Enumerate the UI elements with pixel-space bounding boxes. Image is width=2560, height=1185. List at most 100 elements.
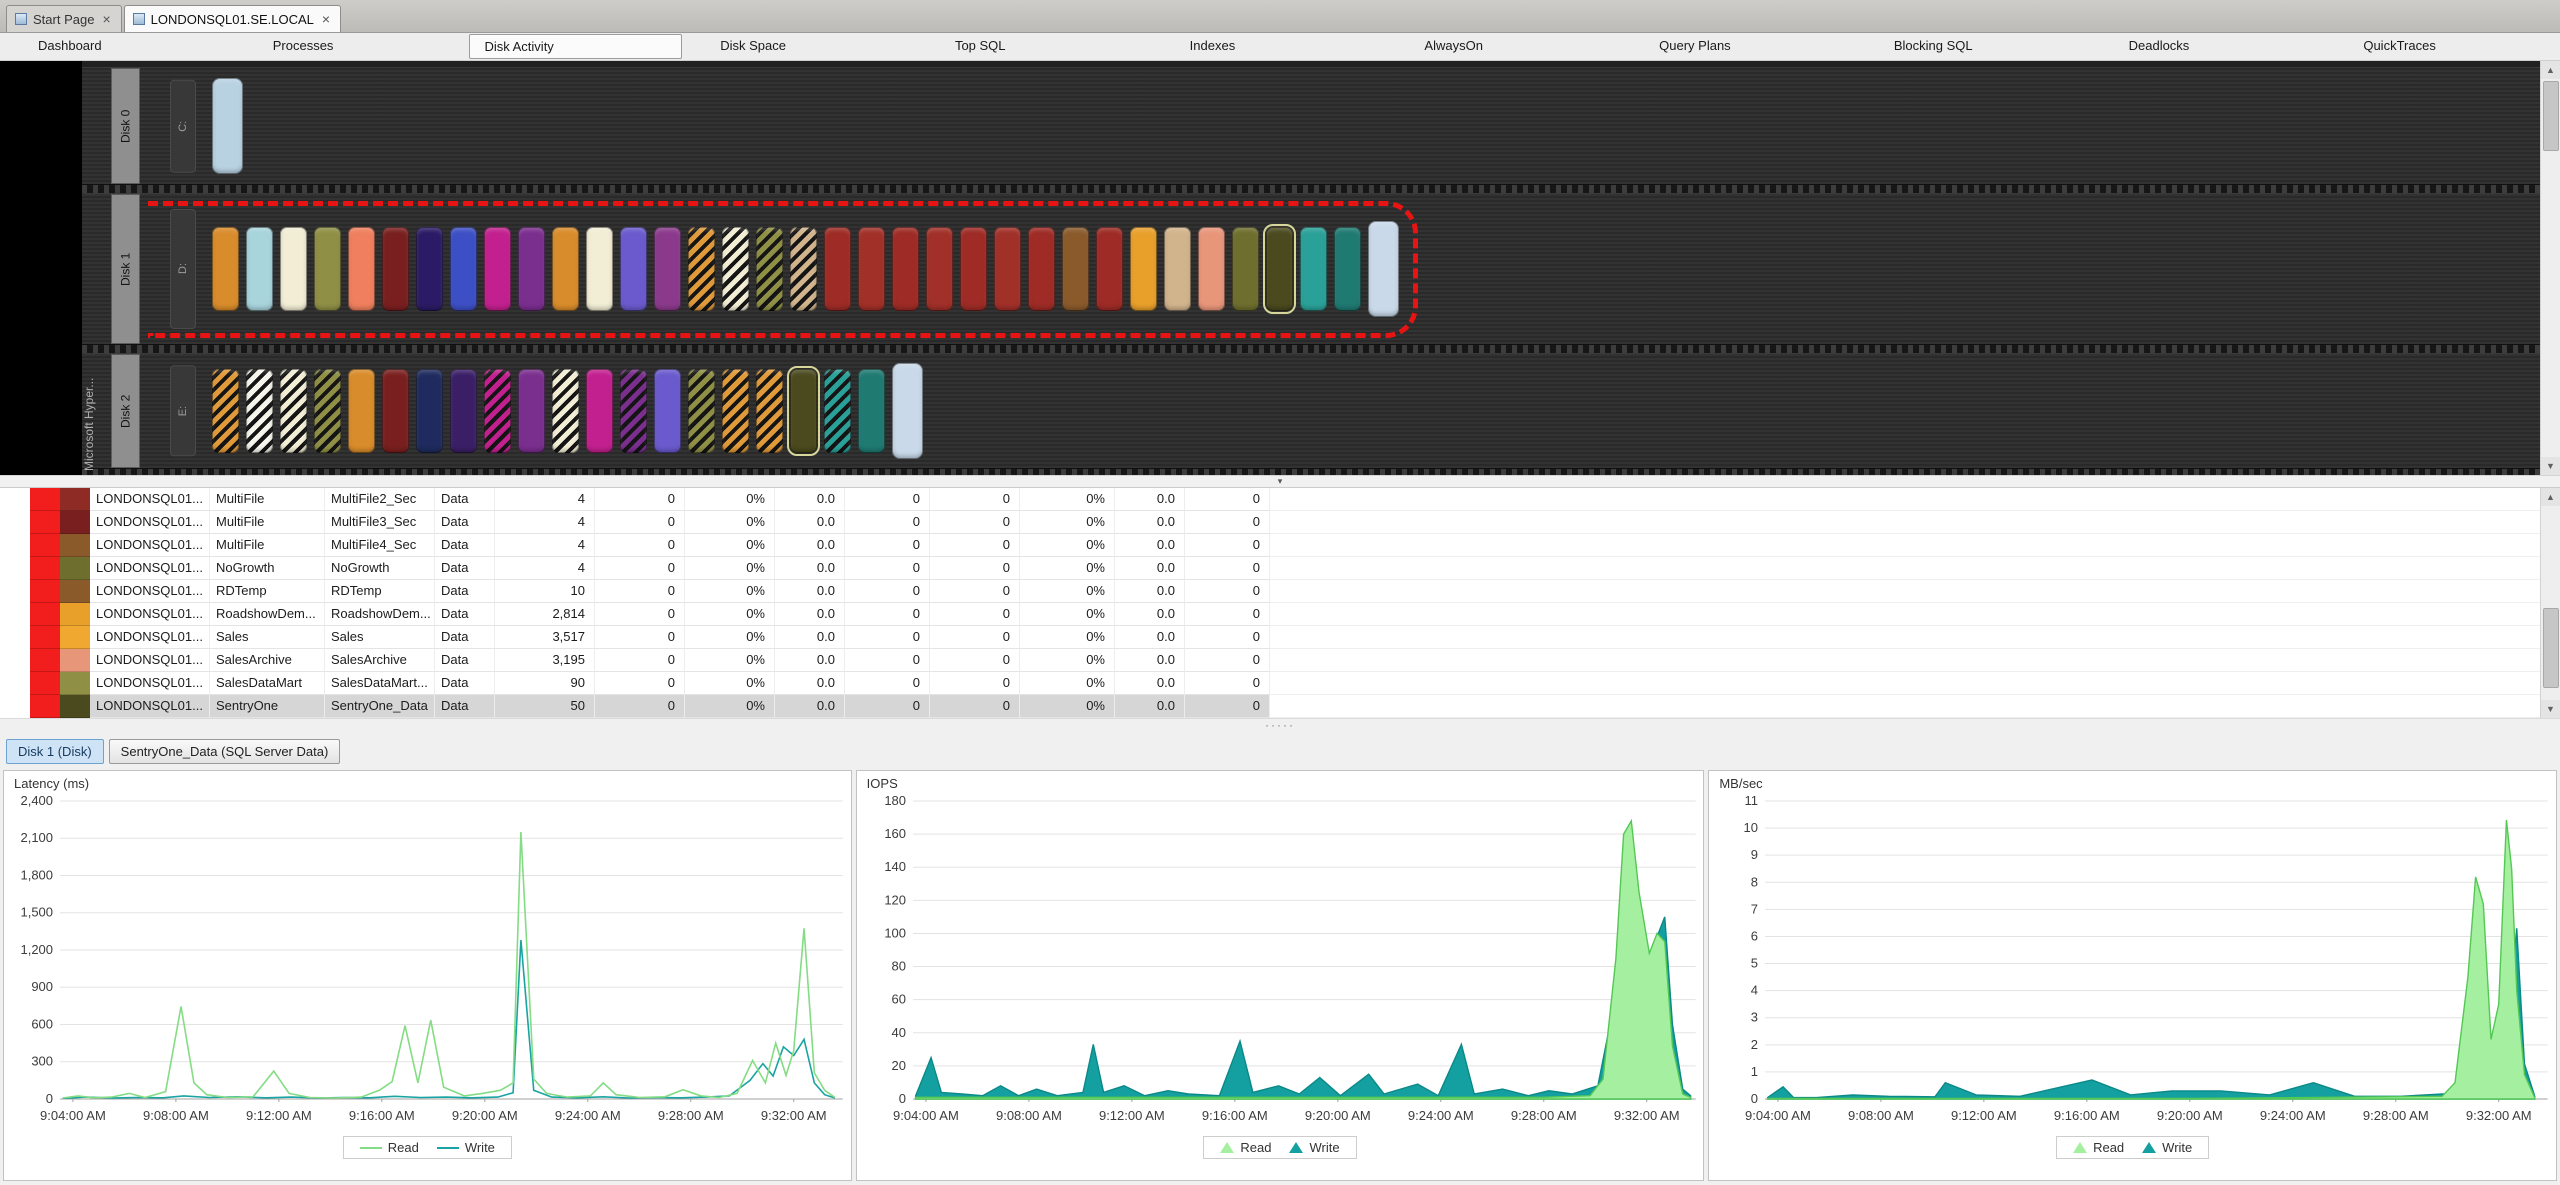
db-file-block[interactable] [450,227,477,311]
close-icon[interactable]: × [100,13,112,25]
db-file-block[interactable] [858,227,885,311]
db-file-block[interactable] [1028,227,1055,311]
db-file-block[interactable] [1300,227,1327,311]
db-file-block[interactable] [620,369,647,453]
db-file-block[interactable] [654,369,681,453]
db-file-block[interactable] [790,227,817,311]
table-row[interactable]: LONDONSQL01...SalesSalesData3,51700%0.00… [30,626,2560,649]
db-file-block[interactable] [416,369,443,453]
scrollbar-thumb[interactable] [2543,608,2559,688]
document-tab-0[interactable]: Start Page× [6,5,122,32]
disk2-label[interactable]: Disk 2 [111,354,140,468]
mbsec-chart-plot[interactable]: 012345678910119:04:00 AM9:08:00 AM9:12:0… [1709,793,2556,1133]
db-file-block[interactable] [280,369,307,453]
table-row[interactable]: LONDONSQL01...MultiFileMultiFile3_SecDat… [30,511,2560,534]
db-file-block[interactable] [926,227,953,311]
scroll-down-icon[interactable]: ▼ [2541,700,2560,718]
scroll-up-icon[interactable]: ▲ [2541,61,2560,79]
scope-button-disk-1-disk-[interactable]: Disk 1 (Disk) [6,739,104,764]
db-file-block[interactable] [960,227,987,311]
table-row[interactable]: LONDONSQL01...MultiFileMultiFile4_SecDat… [30,534,2560,557]
tab-deadlocks[interactable]: Deadlocks [2091,33,2326,60]
table-row[interactable]: LONDONSQL01...MultiFileMultiFile2_SecDat… [30,488,2560,511]
tab-indexes[interactable]: Indexes [1152,33,1387,60]
db-file-block[interactable] [994,227,1021,311]
db-file-block[interactable] [280,227,307,311]
scope-button-sentryone-data-sql-server-data-[interactable]: SentryOne_Data (SQL Server Data) [109,739,341,764]
db-file-block[interactable] [1368,221,1399,317]
db-file-block[interactable] [722,227,749,311]
db-file-block[interactable] [518,227,545,311]
db-file-block[interactable] [586,369,613,453]
tab-processes[interactable]: Processes [235,33,470,60]
db-file-block[interactable] [382,369,409,453]
db-file-block[interactable] [1334,227,1361,311]
db-file-block[interactable] [620,227,647,311]
table-row[interactable]: LONDONSQL01...RoadshowDem...RoadshowDem.… [30,603,2560,626]
close-icon[interactable]: × [320,13,332,25]
db-file-block[interactable] [518,369,545,453]
db-file-block[interactable] [654,227,681,311]
splitter-handle[interactable]: ····· [0,718,2560,734]
db-file-block[interactable] [688,227,715,311]
grid-scrollbar[interactable]: ▲ ▼ [2540,488,2560,718]
db-file-block[interactable] [314,227,341,311]
db-file-block[interactable] [858,369,885,453]
tab-dashboard[interactable]: Dashboard [0,33,235,60]
tab-query-plans[interactable]: Query Plans [1621,33,1856,60]
db-file-block[interactable] [246,227,273,311]
db-file-block[interactable] [1096,227,1123,311]
db-file-block[interactable] [1062,227,1089,311]
db-file-block[interactable] [552,227,579,311]
db-file-block[interactable] [790,369,817,453]
scrollbar-thumb[interactable] [2543,81,2559,151]
db-file-block[interactable] [552,369,579,453]
tab-alwayson[interactable]: AlwaysOn [1386,33,1621,60]
db-file-block[interactable] [450,369,477,453]
db-file-block[interactable] [246,369,273,453]
db-file-block[interactable] [484,369,511,453]
db-file-block[interactable] [1232,227,1259,311]
latency-chart-plot[interactable]: 03006009001,2001,5001,8002,1002,4009:04:… [4,793,851,1133]
document-tab-1[interactable]: LONDONSQL01.SE.LOCAL× [124,5,341,32]
db-file-block[interactable] [314,369,341,453]
db-file-block[interactable] [586,227,613,311]
viz-scrollbar[interactable]: ▲ ▼ [2540,61,2560,475]
db-file-block[interactable] [382,227,409,311]
iops-chart-plot[interactable]: 0204060801001201401601809:04:00 AM9:08:0… [857,793,1704,1133]
db-file-block[interactable] [1198,227,1225,311]
db-file-block[interactable] [1130,227,1157,311]
disk0-label[interactable]: Disk 0 [111,68,140,184]
db-file-block[interactable] [824,369,851,453]
tab-disk-space[interactable]: Disk Space [682,33,917,60]
db-file-block[interactable] [212,227,239,311]
db-file-block[interactable] [416,227,443,311]
chevron-down-icon[interactable]: ▾ [1278,476,1283,486]
tab-top-sql[interactable]: Top SQL [917,33,1152,60]
db-file-block[interactable] [688,369,715,453]
scroll-down-icon[interactable]: ▼ [2541,457,2560,475]
tab-quicktraces[interactable]: QuickTraces [2325,33,2560,60]
db-file-block[interactable] [892,227,919,311]
table-row[interactable]: LONDONSQL01...NoGrowthNoGrowthData400%0.… [30,557,2560,580]
db-file-block[interactable] [1266,227,1293,311]
table-row[interactable]: LONDONSQL01...SalesDataMartSalesDataMart… [30,672,2560,695]
table-row[interactable]: LONDONSQL01...SentryOneSentryOne_DataDat… [30,695,2560,718]
db-file-block[interactable] [212,369,239,453]
db-file-block[interactable] [756,369,783,453]
db-file-block[interactable] [824,227,851,311]
db-file-block[interactable] [212,78,243,174]
db-file-block[interactable] [756,227,783,311]
disk1-label[interactable]: Disk 1 [111,194,140,344]
db-file-block[interactable] [892,363,923,459]
db-file-block[interactable] [348,369,375,453]
db-file-block[interactable] [1164,227,1191,311]
tab-blocking-sql[interactable]: Blocking SQL [1856,33,2091,60]
db-file-block[interactable] [348,227,375,311]
scroll-up-icon[interactable]: ▲ [2541,488,2560,506]
db-file-block[interactable] [722,369,749,453]
tab-disk-activity[interactable]: Disk Activity [469,34,682,59]
table-row[interactable]: LONDONSQL01...SalesArchiveSalesArchiveDa… [30,649,2560,672]
table-row[interactable]: LONDONSQL01...RDTempRDTempData1000%0.000… [30,580,2560,603]
collapse-strip[interactable]: ▾ [0,475,2560,488]
